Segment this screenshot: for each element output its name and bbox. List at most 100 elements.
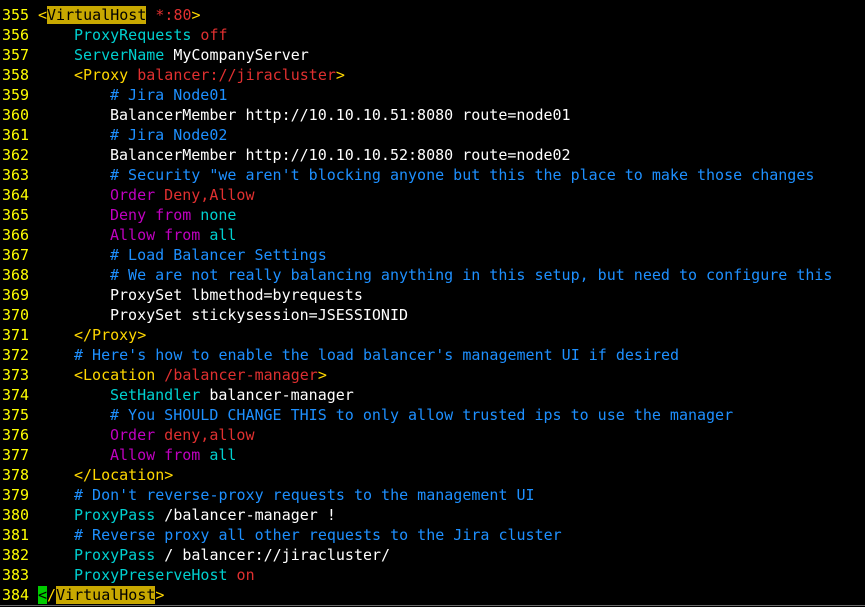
- comment-text: # We are not really balancing anything i…: [110, 266, 833, 284]
- tag-bracket: <Location: [74, 366, 156, 384]
- code-text[interactable]: # Don't reverse-proxy requests to the ma…: [38, 485, 535, 505]
- code-text[interactable]: ProxyPass / balancer://jiracluster/: [38, 545, 390, 565]
- code-text[interactable]: </Proxy>: [38, 325, 146, 345]
- line-number: 360: [2, 106, 30, 124]
- code-text[interactable]: Order deny,allow: [38, 425, 255, 445]
- directive-keyword: ProxyPass: [74, 506, 156, 524]
- code-line[interactable]: 357 ServerName MyCompanyServer: [0, 45, 865, 65]
- code-line[interactable]: 381 # Reverse proxy all other requests to…: [0, 525, 865, 545]
- code-line[interactable]: 376 Order deny,allow: [0, 425, 865, 445]
- code-text[interactable]: ProxySet lbmethod=byrequests: [38, 285, 363, 305]
- line-number: 355: [2, 6, 30, 24]
- line-number: 361: [2, 126, 30, 144]
- code-text[interactable]: # Load Balancer Settings: [38, 245, 327, 265]
- tag-bracket: <Proxy: [74, 66, 129, 84]
- line-number: 374: [2, 386, 30, 404]
- line-number: 380: [2, 506, 30, 524]
- code-line[interactable]: 379 # Don't reverse-proxy requests to the…: [0, 485, 865, 505]
- directive-keyword: SetHandler: [110, 386, 201, 404]
- directive-value: /balancer-manager: [155, 366, 318, 384]
- line-number: 381: [2, 526, 30, 544]
- code-text[interactable]: ServerName MyCompanyServer: [38, 45, 309, 65]
- code-text[interactable]: # Jira Node02: [38, 125, 227, 145]
- directive-keyword: all: [200, 226, 237, 244]
- code-line[interactable]: 355 <VirtualHost *:80>: [0, 5, 865, 25]
- directive-keyword: ProxyPreserveHost: [74, 566, 228, 584]
- code-line[interactable]: 374 SetHandler balancer-manager: [0, 385, 865, 405]
- code-line[interactable]: 362 BalancerMember http://10.10.10.52:808…: [0, 145, 865, 165]
- code-text[interactable]: BalancerMember http://10.10.10.51:8080 r…: [38, 105, 571, 125]
- code-text[interactable]: <Proxy balancer://jiracluster>: [38, 65, 345, 85]
- line-number: 366: [2, 226, 30, 244]
- code-line[interactable]: 359 # Jira Node01: [0, 85, 865, 105]
- code-text[interactable]: Order Deny,Allow: [38, 185, 255, 205]
- access-keyword: Order: [110, 186, 156, 204]
- line-number: 376: [2, 426, 30, 444]
- code-text[interactable]: Deny from none: [38, 205, 236, 225]
- code-text[interactable]: ProxyPass /balancer-manager !: [38, 505, 336, 525]
- code-line[interactable]: 360 BalancerMember http://10.10.10.51:808…: [0, 105, 865, 125]
- code-line[interactable]: 361 # Jira Node02: [0, 125, 865, 145]
- plain-text: / balancer://jiracluster/: [155, 546, 391, 564]
- code-line[interactable]: 369 ProxySet lbmethod=byrequests: [0, 285, 865, 305]
- code-line[interactable]: 364 Order Deny,Allow: [0, 185, 865, 205]
- code-text[interactable]: <Location /balancer-manager>: [38, 365, 327, 385]
- directive-value: off: [191, 26, 228, 44]
- code-line[interactable]: 371 </Proxy>: [0, 325, 865, 345]
- search-highlight: VirtualHost: [56, 586, 156, 604]
- code-line[interactable]: 380 ProxyPass /balancer-manager !: [0, 505, 865, 525]
- code-line[interactable]: 358 <Proxy balancer://jiracluster>: [0, 65, 865, 85]
- line-number: 363: [2, 166, 30, 184]
- line-number: 370: [2, 306, 30, 324]
- code-text[interactable]: ProxySet stickysession=JSESSIONID: [38, 305, 408, 325]
- code-text[interactable]: ProxyPreserveHost on: [38, 565, 255, 585]
- code-text[interactable]: # Reverse proxy all other requests to th…: [38, 525, 562, 545]
- vim-editor[interactable]: 355 <VirtualHost *:80> 356 ProxyRequests of…: [0, 0, 865, 607]
- code-line[interactable]: 365 Deny from none: [0, 205, 865, 225]
- code-text[interactable]: # Security "we aren't blocking anyone bu…: [38, 165, 814, 185]
- code-text[interactable]: ProxyRequests off: [38, 25, 228, 45]
- line-number: 365: [2, 206, 30, 224]
- code-line[interactable]: 373 <Location /balancer-manager>: [0, 365, 865, 385]
- plain-text: /balancer-manager !: [155, 506, 336, 524]
- tag-bracket: >: [335, 66, 345, 84]
- comment-text: # Jira Node02: [110, 126, 228, 144]
- code-text[interactable]: </VirtualHost>: [38, 585, 164, 605]
- comment-text: # Jira Node01: [110, 86, 228, 104]
- code-line[interactable]: 384 </VirtualHost>: [0, 585, 865, 605]
- code-line[interactable]: 377 Allow from all: [0, 445, 865, 465]
- code-line[interactable]: 367 # Load Balancer Settings: [0, 245, 865, 265]
- code-text[interactable]: # You SHOULD CHANGE THIS to only allow t…: [38, 405, 733, 425]
- code-line[interactable]: 382 ProxyPass / balancer://jiracluster/: [0, 545, 865, 565]
- code-text[interactable]: # Here's how to enable the load balancer…: [38, 345, 679, 365]
- line-number: 362: [2, 146, 30, 164]
- line-number: 378: [2, 466, 30, 484]
- code-line[interactable]: 356 ProxyRequests off: [0, 25, 865, 45]
- code-text[interactable]: Allow from all: [38, 225, 236, 245]
- tag-bracket: <: [38, 6, 48, 24]
- code-line[interactable]: 375 # You SHOULD CHANGE THIS to only allo…: [0, 405, 865, 425]
- comment-text: # You SHOULD CHANGE THIS to only allow t…: [110, 406, 734, 424]
- directive-value: on: [227, 566, 255, 584]
- comment-text: # Don't reverse-proxy requests to the ma…: [74, 486, 535, 504]
- tag-bracket: /: [47, 586, 57, 604]
- code-text[interactable]: <VirtualHost *:80>: [38, 5, 201, 25]
- code-line[interactable]: 383 ProxyPreserveHost on: [0, 565, 865, 585]
- code-text[interactable]: # We are not really balancing anything i…: [38, 265, 832, 285]
- directive-keyword: ServerName: [74, 46, 165, 64]
- code-line[interactable]: 368 # We are not really balancing anythin…: [0, 265, 865, 285]
- access-keyword: Allow from: [110, 226, 201, 244]
- code-text[interactable]: Allow from all: [38, 445, 236, 465]
- code-text[interactable]: </Location>: [38, 465, 173, 485]
- text-cursor: <: [38, 586, 48, 604]
- code-line[interactable]: 370 ProxySet stickysession=JSESSIONID: [0, 305, 865, 325]
- code-line[interactable]: 372 # Here's how to enable the load balan…: [0, 345, 865, 365]
- line-number: 359: [2, 86, 30, 104]
- code-text[interactable]: BalancerMember http://10.10.10.52:8080 r…: [38, 145, 571, 165]
- code-line[interactable]: 378 </Location>: [0, 465, 865, 485]
- code-line[interactable]: 363 # Security "we aren't blocking anyone…: [0, 165, 865, 185]
- code-text[interactable]: SetHandler balancer-manager: [38, 385, 354, 405]
- status-divider: [0, 605, 865, 606]
- code-line[interactable]: 366 Allow from all: [0, 225, 865, 245]
- code-text[interactable]: # Jira Node01: [38, 85, 227, 105]
